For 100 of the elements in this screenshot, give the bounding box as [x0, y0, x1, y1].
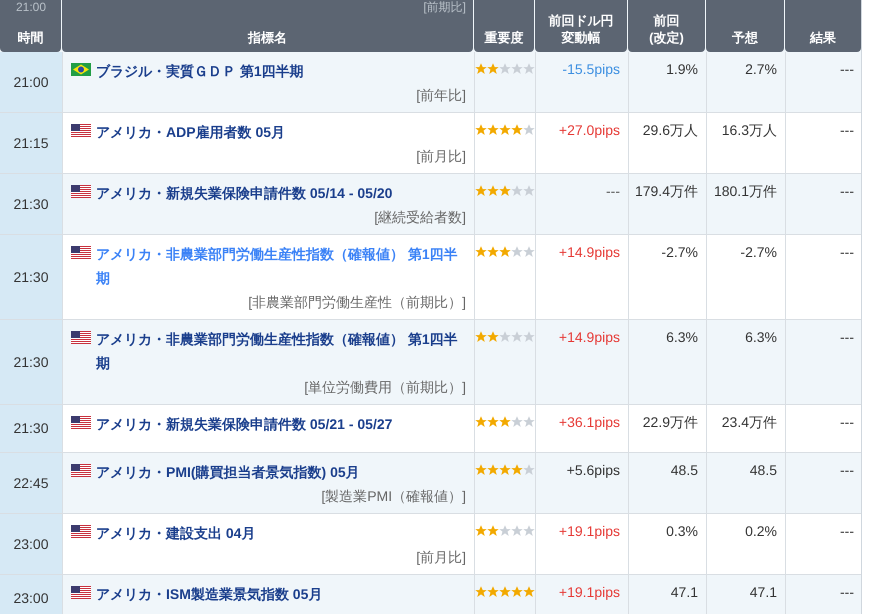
star-icon [523, 525, 535, 537]
star-icon [475, 586, 487, 598]
previous-value: 1.9% [666, 61, 698, 77]
result-value: --- [840, 462, 854, 478]
star-icon [487, 464, 499, 476]
indicator-link[interactable]: アメリカ・PMI(購買担当者景気指数) 05月 [96, 460, 360, 484]
change-text: --- [606, 183, 620, 199]
star-icon [511, 185, 523, 197]
change-text: +14.9pips [558, 244, 620, 260]
time-text: 21:00 [16, 0, 46, 16]
star-icon [475, 63, 487, 75]
previous-value: 179.4万件 [634, 183, 698, 199]
result-value: --- [840, 414, 854, 430]
star-icon [511, 246, 523, 258]
time-text: 21:30 [13, 352, 49, 372]
previous-value: -2.7% [661, 244, 698, 260]
star-icon [475, 124, 487, 136]
change-text: +36.1pips [558, 414, 620, 430]
column-header: 重要度 [484, 29, 524, 46]
forecast-value: 47.1 [750, 584, 777, 600]
star-icon [487, 525, 499, 537]
star-icon [487, 586, 499, 598]
forecast-value: 2.7% [745, 61, 777, 77]
indicator-link[interactable]: アメリカ・新規失業保険申請件数 05/21 - 05/27 [96, 412, 392, 436]
change-text: +19.1pips [558, 584, 620, 600]
column-header: 指標名 [248, 29, 287, 46]
note-text: [前期比] [423, 0, 466, 16]
star-icon [475, 185, 487, 197]
note-text: [製造業PMI（確報値）] [321, 487, 466, 506]
star-icon [499, 63, 511, 75]
forecast-value: -2.7% [740, 244, 777, 260]
column-header: 前回 (改定) [649, 12, 684, 46]
forecast-value: 16.3万人 [722, 122, 777, 138]
star-icon [523, 63, 535, 75]
indicator-link[interactable]: アメリカ・非農業部門労働生産性指数（確報値） 第1四半期 [96, 242, 466, 290]
time-text: 21:30 [13, 194, 49, 214]
previous-value: 29.6万人 [642, 122, 698, 138]
time-text: 21:30 [13, 268, 49, 286]
note-text: [前月比] [416, 548, 466, 567]
time-text: 21:00 [13, 72, 49, 92]
result-value: --- [840, 183, 854, 199]
previous-value: 0.3% [666, 523, 698, 539]
star-icon [475, 331, 487, 343]
forecast-value: 23.4万件 [722, 414, 777, 430]
indicator-link[interactable]: アメリカ・建設支出 04月 [96, 521, 256, 545]
indicator-link[interactable]: アメリカ・新規失業保険申請件数 05/14 - 05/20 [96, 181, 392, 205]
time-text: 21:15 [13, 134, 49, 152]
star-icon [499, 185, 511, 197]
time-text: 23:00 [13, 534, 49, 554]
time-text: 21:30 [13, 419, 49, 438]
result-value: --- [840, 584, 854, 600]
time-text: 23:00 [13, 589, 49, 608]
result-value: --- [840, 523, 854, 539]
star-icon [511, 63, 523, 75]
change-text: +27.0pips [558, 122, 620, 138]
note-text: [前年比] [416, 86, 466, 105]
star-icon [523, 185, 535, 197]
change-text: -15.5pips [562, 61, 620, 77]
star-icon [499, 586, 511, 598]
result-value: --- [840, 122, 854, 138]
column-header: 予想 [732, 29, 758, 46]
star-icon [499, 416, 511, 428]
indicator-link[interactable]: アメリカ・非農業部門労働生産性指数（確報値） 第1四半期 [96, 327, 466, 375]
star-icon [475, 246, 487, 258]
previous-value: 22.9万件 [642, 414, 698, 430]
forecast-value: 180.1万件 [714, 183, 777, 199]
column-header: 前回ドル円 変動幅 [548, 12, 614, 46]
star-icon [523, 246, 535, 258]
star-icon [499, 124, 511, 136]
star-icon [511, 331, 523, 343]
star-icon [487, 331, 499, 343]
indicator-link[interactable]: ブラジル・実質ＧＤＰ 第1四半期 [96, 59, 304, 83]
star-icon [511, 464, 523, 476]
star-icon [499, 525, 511, 537]
star-icon [487, 124, 499, 136]
result-value: --- [840, 61, 854, 77]
star-icon [475, 525, 487, 537]
star-icon [487, 416, 499, 428]
star-icon [487, 246, 499, 258]
column-header: 結果 [810, 29, 836, 46]
result-value: --- [840, 244, 854, 260]
star-icon [523, 464, 535, 476]
star-icon [499, 331, 511, 343]
time-text: 22:45 [13, 474, 49, 492]
change-text: +19.1pips [558, 523, 620, 539]
star-icon [475, 416, 487, 428]
star-icon [511, 416, 523, 428]
previous-value: 6.3% [666, 329, 698, 345]
note-text: [単位労働費用（前期比）] [304, 378, 466, 397]
change-text: +14.9pips [558, 329, 620, 345]
star-icon [487, 63, 499, 75]
note-text: [継続受給者数] [374, 208, 466, 227]
star-icon [499, 464, 511, 476]
previous-value: 47.1 [670, 584, 698, 600]
star-icon [523, 586, 535, 598]
star-icon [511, 525, 523, 537]
column-header: 時間 [18, 29, 44, 46]
indicator-link[interactable]: アメリカ・ISM製造業景気指数 05月 [96, 582, 322, 606]
forecast-value: 48.5 [750, 462, 777, 478]
indicator-link[interactable]: アメリカ・ADP雇用者数 05月 [96, 120, 286, 144]
